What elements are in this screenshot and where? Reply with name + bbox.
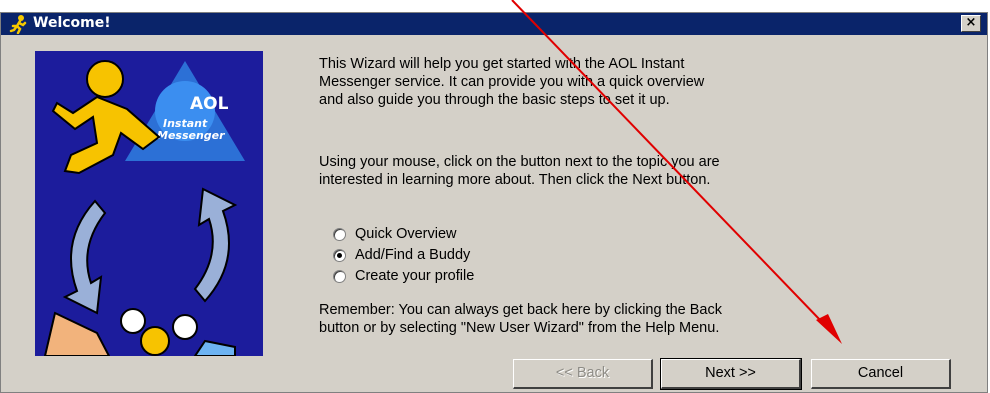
aim-banner-image: AOL Instant Messenger (35, 51, 263, 356)
radio-button[interactable] (333, 228, 346, 241)
svg-text:Messenger: Messenger (157, 129, 225, 142)
back-button[interactable]: << Back (513, 359, 653, 389)
buddies-icon (43, 308, 236, 356)
reminder-text: Remember: You can always get back here b… (319, 302, 722, 336)
next-button[interactable]: Next >> (660, 358, 802, 390)
refresh-arrows-icon (62, 187, 238, 315)
close-button[interactable]: × (961, 15, 981, 32)
instructions-text: Using your mouse, click on the button ne… (319, 154, 720, 188)
aol-logo-text: AOL (190, 94, 229, 114)
intro-text: This Wizard will help you get started wi… (319, 56, 705, 108)
aim-running-man-icon (9, 15, 27, 34)
radio-button[interactable] (333, 270, 346, 283)
wizard-window: Welcome! × AOL Instant Messenger This Wi… (0, 12, 988, 393)
cancel-button[interactable]: Cancel (811, 359, 951, 389)
radio-button[interactable] (333, 249, 346, 262)
title-bar: Welcome! × (1, 13, 987, 35)
window-title: Welcome! (33, 15, 111, 31)
